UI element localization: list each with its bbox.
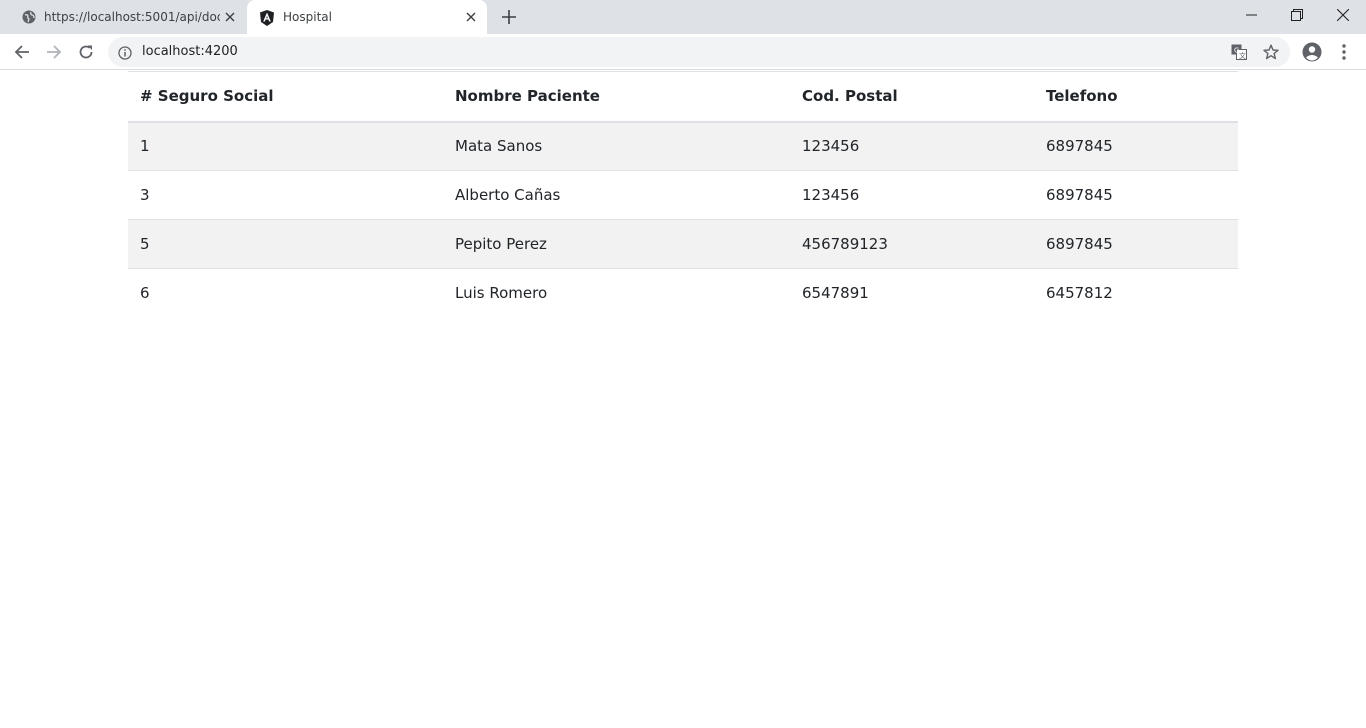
restore-button[interactable]: [1274, 0, 1320, 30]
minimize-button[interactable]: [1228, 0, 1274, 30]
plus-icon: [502, 10, 516, 24]
new-tab-button[interactable]: [498, 7, 520, 27]
cell-nombre: Pepito Perez: [443, 219, 790, 269]
header-cod-postal: Cod. Postal: [790, 71, 1034, 123]
tab-title: Hospital: [283, 10, 332, 24]
translate-icon[interactable]: G文: [1230, 43, 1248, 61]
forward-button[interactable]: [40, 38, 68, 66]
close-icon: [1337, 9, 1349, 21]
cell-seguro-social: 5: [128, 219, 443, 269]
cell-seguro-social: 1: [140, 137, 150, 156]
tab-title: https://localhost:5001/api/doctor: [44, 10, 220, 24]
kebab-menu-icon: [1342, 44, 1346, 60]
arrow-left-icon: [14, 45, 29, 59]
table-header-row: # Seguro Social Nombre Paciente Cod. Pos…: [128, 71, 1238, 123]
table-row: 5 Pepito Perez 456789123 6897845: [128, 219, 1238, 269]
browser-toolbar: localhost:4200 G文: [0, 34, 1366, 70]
cell-seguro-social: 6: [128, 268, 443, 318]
star-icon[interactable]: [1262, 43, 1280, 61]
table-row: 6 Luis Romero 6547891 6457812: [128, 268, 1238, 318]
cell-telefono: 6897845: [1046, 137, 1113, 156]
cell-cod-postal: 123456: [802, 137, 860, 156]
tab-hospital[interactable]: Hospital: [247, 0, 487, 34]
tab-strip: https://localhost:5001/api/doctor Hospit…: [0, 0, 1366, 34]
menu-button[interactable]: [1332, 40, 1356, 64]
tab-api-doctor[interactable]: https://localhost:5001/api/doctor: [8, 0, 246, 34]
cell-cod-postal: 456789123: [790, 219, 1034, 269]
cell-telefono: 6897845: [1034, 170, 1238, 220]
globe-icon: [22, 10, 36, 24]
cell-nombre: Luis Romero: [443, 268, 790, 318]
back-button[interactable]: [8, 38, 36, 66]
cell-nombre: Alberto Cañas: [443, 170, 790, 220]
close-icon[interactable]: [222, 9, 238, 25]
reload-icon: [79, 45, 93, 59]
minimize-icon: [1245, 14, 1257, 16]
header-seguro-social: # Seguro Social: [128, 71, 443, 123]
cell-cod-postal: 6547891: [790, 268, 1034, 318]
header-nombre-paciente: Nombre Paciente: [443, 71, 790, 123]
table-row: 1 Mata Sanos 123456 6897845: [128, 121, 1238, 171]
close-window-button[interactable]: [1320, 0, 1366, 30]
cell-telefono: 6457812: [1034, 268, 1238, 318]
cell-telefono: 6897845: [1034, 219, 1238, 269]
table-row: 3 Alberto Cañas 123456 6897845: [128, 170, 1238, 220]
info-icon[interactable]: [118, 45, 132, 60]
reload-button[interactable]: [72, 38, 100, 66]
cell-nombre: Mata Sanos: [455, 137, 543, 156]
url-text: localhost:4200: [142, 44, 238, 59]
account-icon: [1302, 42, 1322, 62]
cell-cod-postal: 123456: [790, 170, 1034, 220]
header-telefono: Telefono: [1034, 71, 1238, 123]
cell-seguro-social: 3: [128, 170, 443, 220]
angular-icon: [260, 10, 274, 26]
close-icon[interactable]: [463, 9, 479, 25]
profile-button[interactable]: [1300, 40, 1324, 64]
address-bar[interactable]: localhost:4200 G文: [108, 37, 1290, 67]
restore-icon: [1291, 9, 1303, 21]
page-content: # Seguro Social Nombre Paciente Cod. Pos…: [0, 71, 1366, 728]
patients-table: # Seguro Social Nombre Paciente Cod. Pos…: [128, 71, 1238, 318]
arrow-right-icon: [47, 45, 62, 59]
svg-text:文: 文: [1239, 51, 1246, 60]
